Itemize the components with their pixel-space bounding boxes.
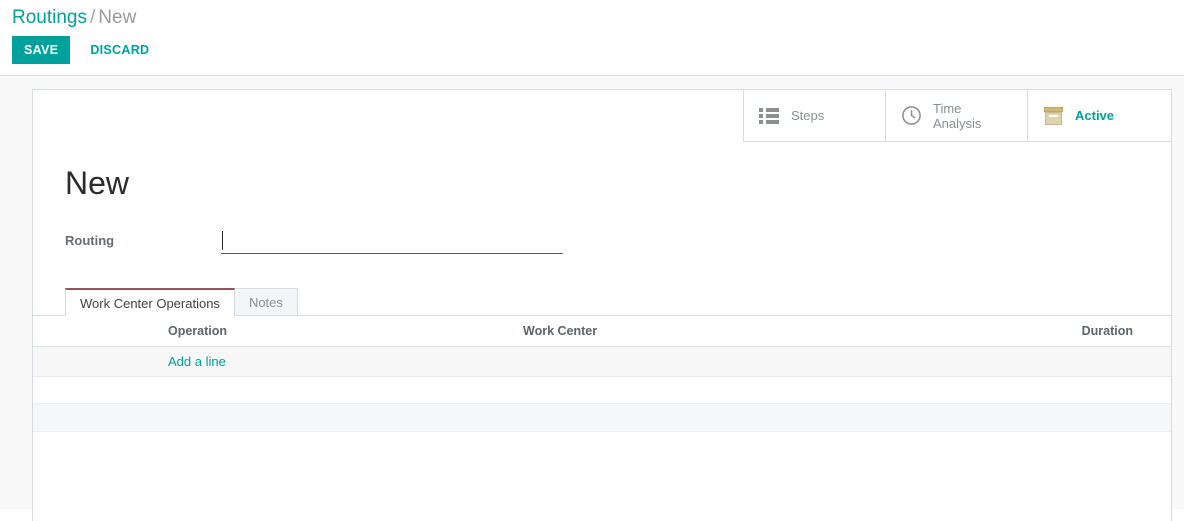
breadcrumb-separator: / <box>90 7 96 28</box>
text-caret <box>221 231 223 250</box>
stat-button-steps[interactable]: Steps <box>743 90 885 141</box>
notebook: Work Center Operations Notes Operation W… <box>33 288 1171 432</box>
routing-input[interactable] <box>220 230 563 251</box>
stat-button-active-label: Active <box>1075 108 1115 123</box>
stat-button-box: Steps Time Analysis Active <box>743 90 1171 142</box>
tab-work-center-operations[interactable]: Work Center Operations <box>65 288 235 316</box>
save-button[interactable]: SAVE <box>12 36 71 64</box>
breadcrumb-current: New <box>98 7 137 28</box>
tab-notes[interactable]: Notes <box>233 288 298 315</box>
table-spacer-row <box>33 376 1171 404</box>
control-panel-buttons: SAVE DISCARD <box>12 36 161 64</box>
column-header-operation[interactable]: Operation <box>33 316 524 347</box>
operations-table: Operation Work Center Duration Add a lin… <box>33 316 1171 432</box>
control-panel: Routings / New SAVE DISCARD <box>0 0 1184 76</box>
routing-input-wrap[interactable] <box>220 230 563 254</box>
page-title: New <box>65 165 130 201</box>
notebook-tabs: Work Center Operations Notes <box>33 288 1171 316</box>
stat-button-active[interactable]: Active <box>1027 90 1171 141</box>
form-view: Steps Time Analysis Active New Routing W… <box>0 77 1184 521</box>
stat-button-time-analysis[interactable]: Time Analysis <box>885 90 1027 141</box>
tab-notes-label: Notes <box>248 294 283 310</box>
add-a-line-cell[interactable]: Add a line <box>33 346 1171 377</box>
field-row-routing: Routing <box>33 230 1171 256</box>
list-ul-icon <box>758 105 780 127</box>
table-footer-row <box>33 403 1171 432</box>
clock-icon <box>900 105 922 127</box>
add-a-line-row[interactable]: Add a line <box>33 346 1171 377</box>
breadcrumb-root-link[interactable]: Routings <box>12 7 87 28</box>
operations-table-body: Add a line <box>33 346 1171 432</box>
add-a-line-link[interactable]: Add a line <box>168 354 226 369</box>
stat-button-steps-label: Steps <box>791 108 825 123</box>
form-sheet: Steps Time Analysis Active New Routing W… <box>32 89 1172 521</box>
routing-field-label: Routing <box>65 233 115 248</box>
archive-icon <box>1042 105 1064 127</box>
operations-table-head: Operation Work Center Duration <box>33 316 1171 347</box>
breadcrumb: Routings / New <box>12 5 136 31</box>
tab-work-center-operations-label: Work Center Operations <box>80 295 220 311</box>
sheet-inner: New Routing Work Center Operations Notes <box>33 142 1171 432</box>
table-header-row: Operation Work Center Duration <box>33 316 1171 347</box>
column-header-work-center[interactable]: Work Center <box>523 316 899 347</box>
column-header-duration[interactable]: Duration <box>898 316 1171 347</box>
stat-button-time-analysis-label: Time Analysis <box>933 100 982 131</box>
discard-button[interactable]: DISCARD <box>78 36 161 64</box>
